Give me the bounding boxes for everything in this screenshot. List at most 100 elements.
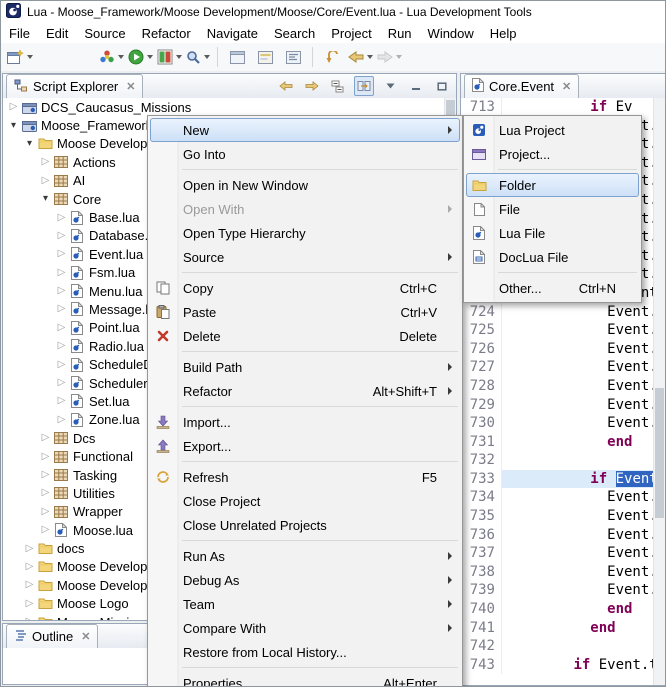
expand-arrow-icon[interactable]: ▷ [55,249,68,259]
last-edit-button[interactable] [318,45,346,69]
expand-arrow-icon[interactable]: ▷ [39,157,52,167]
menu-item-lua-project[interactable]: Lua Project [466,118,639,142]
menu-item-source[interactable]: Source [150,245,460,269]
expand-arrow-icon[interactable]: ▷ [23,617,36,620]
menu-item-go-into[interactable]: Go Into [150,142,460,166]
collapse-arrow-icon[interactable]: ▾ [7,121,20,131]
menu-item-paste[interactable]: PasteCtrl+V [150,300,460,324]
minimize-button[interactable] [406,76,426,96]
menu-item-delete[interactable]: DeleteDelete [150,324,460,348]
collapse-all-button[interactable] [328,76,348,96]
code-line[interactable]: 738 Event.I [461,563,654,582]
external-tools-button[interactable] [97,45,126,69]
code-line[interactable]: 732 [461,451,654,470]
menu-navigate[interactable]: Navigate [199,24,266,43]
code-line[interactable]: 735 Event.I [461,507,654,526]
run-button[interactable] [126,45,155,69]
expand-arrow-icon[interactable]: ▷ [39,507,52,517]
tree-item-dcs-caucasus-missions[interactable]: ▷DCS_Caucasus_Missions [3,98,445,116]
menu-item-lua-file[interactable]: Lua File [466,221,639,245]
expand-arrow-icon[interactable]: ▷ [55,268,68,278]
menu-item-build-path[interactable]: Build Path [150,355,460,379]
menu-item-restore-from-local-history[interactable]: Restore from Local History... [150,640,460,664]
editor-scrollbar-thumb[interactable] [655,388,664,518]
code-line[interactable]: 736 Event.I [461,526,654,545]
code-line[interactable]: 743 if Event.ta [461,656,654,675]
code-line[interactable]: 741 end [461,619,654,638]
expand-arrow-icon[interactable]: ▷ [55,323,68,333]
menu-item-export[interactable]: Export... [150,434,460,458]
expand-arrow-icon[interactable]: ▷ [55,304,68,314]
expand-arrow-icon[interactable]: ▷ [39,452,52,462]
menu-item-debug-as[interactable]: Debug As [150,568,460,592]
open-type-button[interactable] [223,45,251,69]
code-line[interactable]: 737 Event.I [461,544,654,563]
view-forward-button[interactable] [302,76,322,96]
close-icon[interactable]: ✕ [81,630,90,643]
tab-script-explorer[interactable]: Script Explorer ✕ [6,74,143,98]
expand-arrow-icon[interactable]: ▷ [55,360,68,370]
menu-item-open-in-new-window[interactable]: Open in New Window [150,173,460,197]
menu-project[interactable]: Project [323,24,379,43]
new-wizard-button[interactable] [5,45,35,69]
menu-run[interactable]: Run [380,24,420,43]
expand-arrow-icon[interactable]: ▷ [39,525,52,535]
expand-arrow-icon[interactable]: ▷ [39,470,52,480]
link-editor-button[interactable] [354,76,374,96]
tab-core-event[interactable]: Core.Event ✕ [464,74,579,98]
menu-item-doclua-file[interactable]: DocLua File [466,245,639,269]
close-icon[interactable]: ✕ [562,80,571,93]
mark-occurrences-button[interactable] [251,45,279,69]
menu-item-refactor[interactable]: RefactorAlt+Shift+T [150,379,460,403]
expand-arrow-icon[interactable]: ▷ [55,286,68,296]
menu-item-compare-with[interactable]: Compare With [150,616,460,640]
code-line[interactable]: 733 if Event. [461,470,654,489]
menu-item-project[interactable]: Project... [466,142,639,166]
menu-refactor[interactable]: Refactor [134,24,199,43]
view-menu-button[interactable] [380,76,400,96]
editor-scrollbar[interactable] [653,98,665,685]
menu-item-close-project[interactable]: Close Project [150,489,460,513]
menu-help[interactable]: Help [482,24,525,43]
collapse-arrow-icon[interactable]: ▾ [39,194,52,204]
code-line[interactable]: 725 Event.I [461,321,654,340]
format-button[interactable] [279,45,307,69]
expand-arrow-icon[interactable]: ▷ [7,102,20,112]
menu-item-refresh[interactable]: RefreshF5 [150,465,460,489]
expand-arrow-icon[interactable]: ▷ [55,231,68,241]
menu-item-run-as[interactable]: Run As [150,544,460,568]
menu-item-open-type-hierarchy[interactable]: Open Type Hierarchy [150,221,460,245]
expand-arrow-icon[interactable]: ▷ [39,488,52,498]
code-line[interactable]: 727 Event.I [461,358,654,377]
code-line[interactable]: 728 Event.I [461,377,654,396]
expand-arrow-icon[interactable]: ▷ [55,213,68,223]
menu-item-new[interactable]: New [150,118,460,142]
code-line[interactable]: 740 end [461,600,654,619]
expand-arrow-icon[interactable]: ▷ [55,341,68,351]
menu-item-close-unrelated-projects[interactable]: Close Unrelated Projects [150,513,460,537]
tab-outline[interactable]: Outline ✕ [6,624,98,648]
menu-item-open-with[interactable]: Open With [150,197,460,221]
back-button[interactable] [346,45,375,69]
expand-arrow-icon[interactable]: ▷ [55,396,68,406]
forward-button[interactable] [375,45,404,69]
menu-source[interactable]: Source [76,24,133,43]
menu-item-file[interactable]: File [466,197,639,221]
expand-arrow-icon[interactable]: ▷ [39,176,52,186]
expand-arrow-icon[interactable]: ▷ [55,378,68,388]
expand-arrow-icon[interactable]: ▷ [55,415,68,425]
menu-edit[interactable]: Edit [38,24,76,43]
expand-arrow-icon[interactable]: ▷ [23,544,36,554]
code-line[interactable]: 739 Event.I [461,581,654,600]
menu-file[interactable]: File [1,24,38,43]
menu-item-copy[interactable]: CopyCtrl+C [150,276,460,300]
menu-window[interactable]: Window [420,24,482,43]
code-line[interactable]: 726 Event.I [461,340,654,359]
code-line[interactable]: 713 if Ev [461,98,654,117]
expand-arrow-icon[interactable]: ▷ [23,599,36,609]
collapse-arrow-icon[interactable]: ▾ [23,139,36,149]
menu-item-import[interactable]: Import... [150,410,460,434]
code-line[interactable]: 724 Event.I [461,303,654,322]
menu-item-other[interactable]: Other...Ctrl+N [466,276,639,300]
code-line[interactable]: 731 end [461,433,654,452]
